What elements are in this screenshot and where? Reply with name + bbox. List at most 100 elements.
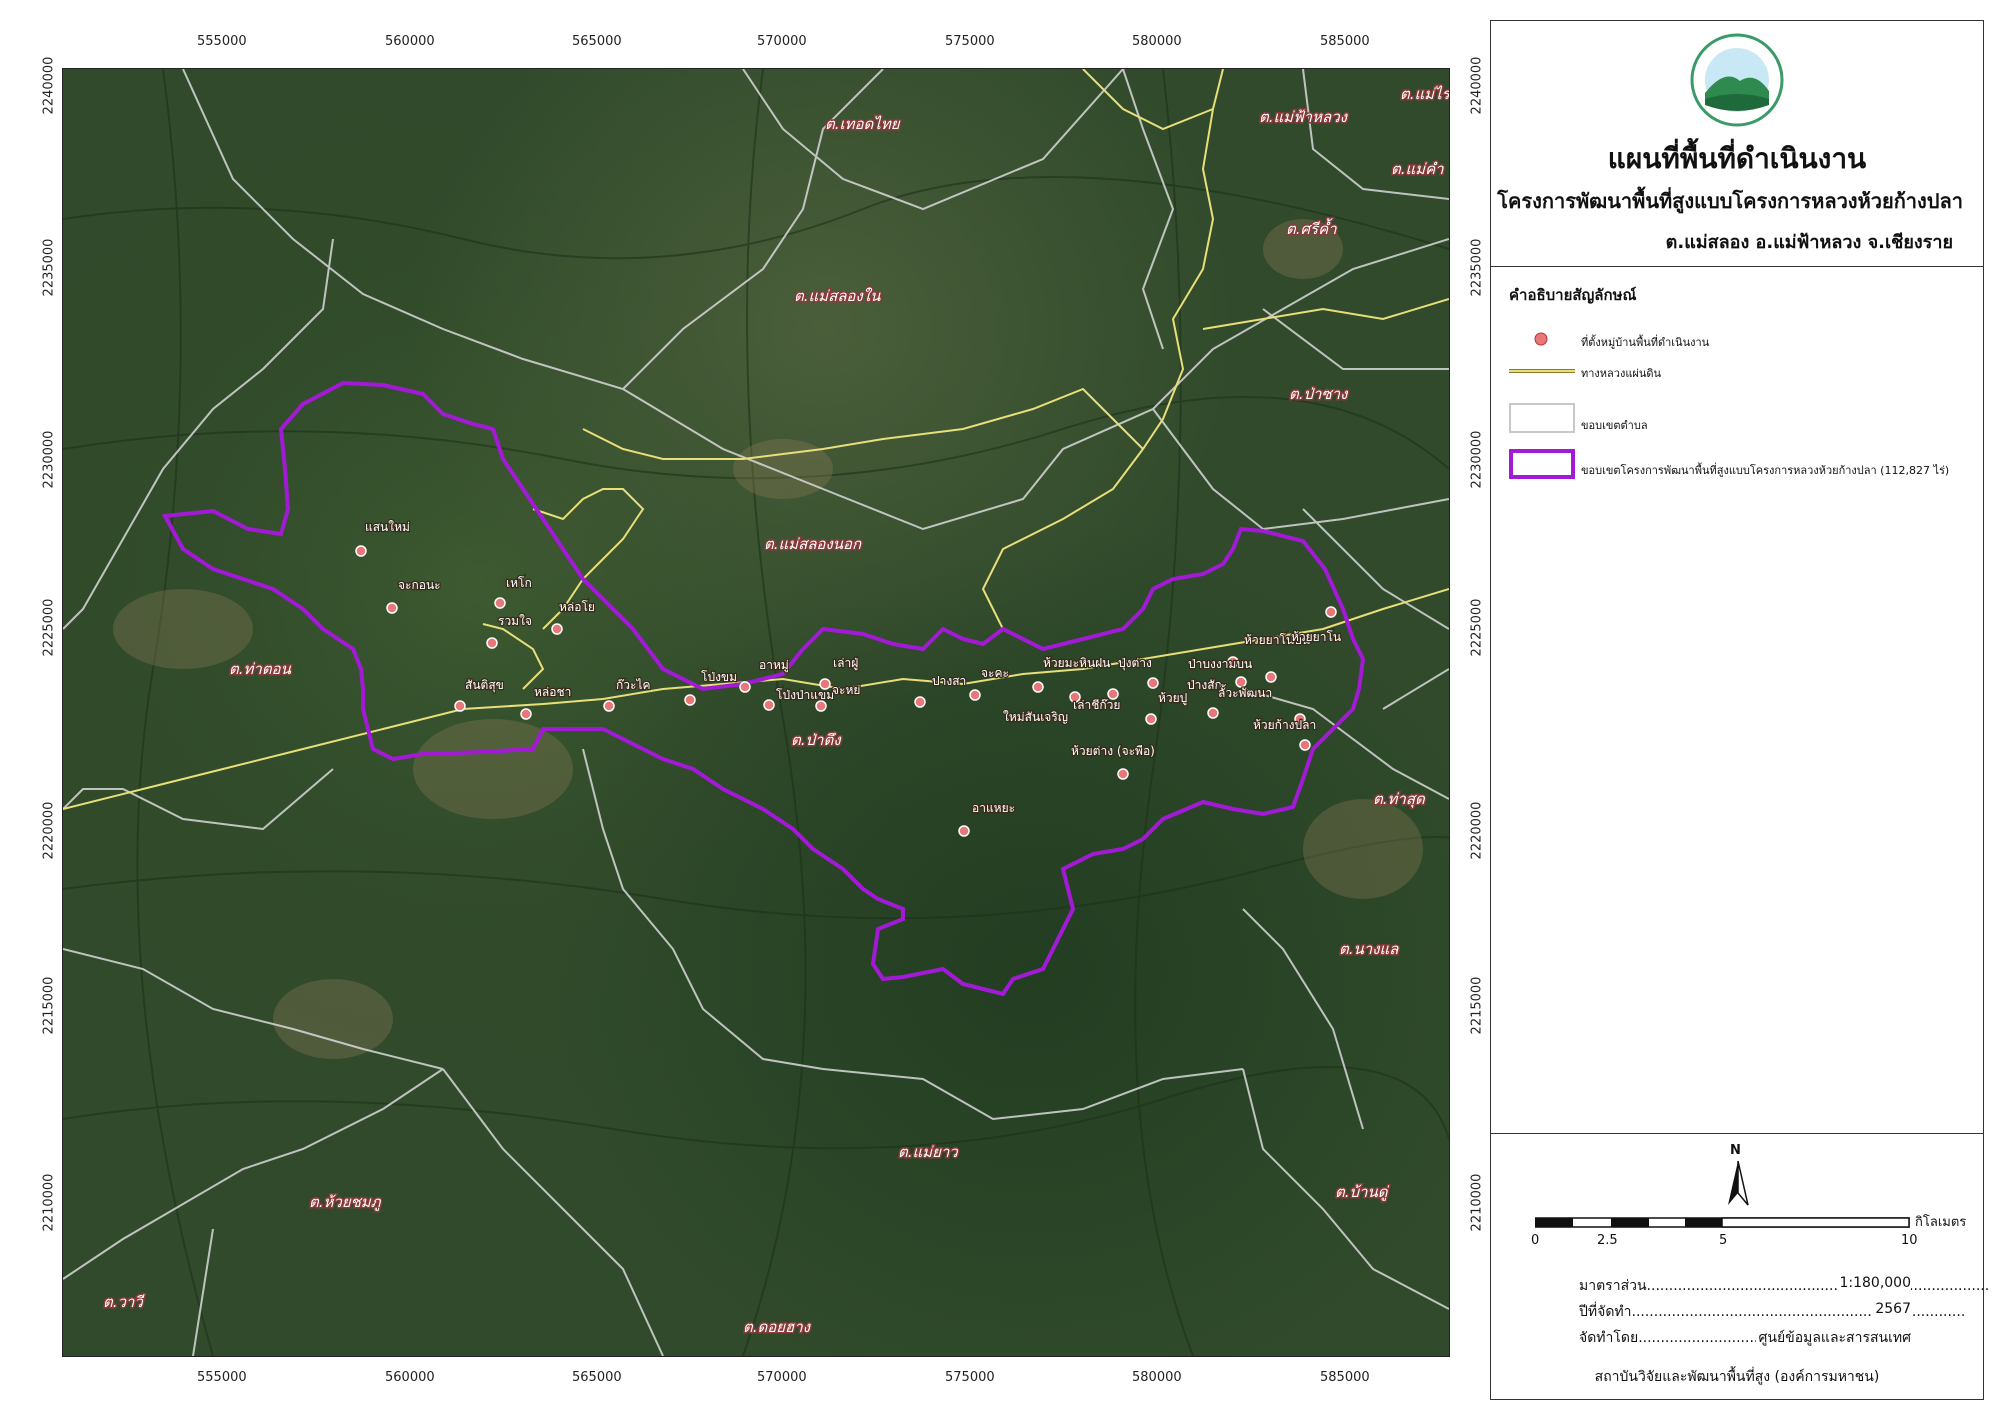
subdistrict-label: ต.แม่ไร่: [1400, 85, 1449, 103]
village-label: ห้วยยาโน: [1291, 630, 1341, 644]
village-marker: [763, 699, 775, 711]
village-label: รวมใจ: [498, 614, 532, 628]
village-label: ก๊วะไค: [616, 678, 651, 692]
subdistrict-label: ต.ห้วยชมภู: [309, 1193, 382, 1211]
info-panel: แผนที่พื้นที่ดำเนินงาน โครงการพัฒนาพื้นท…: [1490, 20, 1989, 1400]
village-label: แสนใหม่: [365, 520, 410, 534]
village-label: ใหม่สันเจริญ: [1003, 710, 1068, 724]
village-label: ห้วยปู: [1158, 691, 1187, 706]
subdistrict-label: ต.แม่สลองนอก: [764, 535, 862, 553]
subdistrict-label: ต.แม่คำ: [1391, 160, 1444, 178]
x-tick-label: 580000: [1132, 1370, 1182, 1385]
village-label: ป่าบงงามบน: [1188, 657, 1252, 671]
village-label: ปางสา: [932, 674, 966, 688]
scale-label: มาตราส่วน...............................…: [1579, 1278, 1990, 1294]
map-frame[interactable]: ต.เทอดไทย ต.แม่ฟ้าหลวง ต.แม่ไร่ ต.แม่คำ …: [62, 68, 1450, 1357]
village-label: จะกอนะ: [398, 578, 441, 592]
village-marker: [1147, 677, 1159, 689]
village-marker: [1145, 713, 1157, 725]
village-marker: [1265, 671, 1277, 683]
y-tick-label: 2210000: [1469, 1173, 1485, 1232]
project-boundary-icon: [1509, 449, 1575, 479]
x-tick-label: 560000: [385, 34, 435, 49]
village-marker: [1207, 707, 1219, 719]
year-value: 2567: [1873, 1301, 1911, 1317]
village-label: ห้วยต่าง (จะพือ): [1071, 744, 1155, 758]
north-label: N: [1730, 1143, 1741, 1158]
subdistrict-label: ต.ศรีค้ำ: [1286, 218, 1337, 238]
highway-line-icon: [1509, 369, 1575, 373]
x-tick-label: 565000: [572, 1370, 622, 1385]
y-tick-label: 2210000: [41, 1173, 57, 1232]
village-marker: [815, 700, 827, 712]
village-label: เหโก: [506, 576, 532, 590]
village-label: ห้วยก้างปลา: [1253, 718, 1316, 732]
y-tick-label: 2215000: [41, 976, 57, 1035]
village-marker: [1299, 739, 1311, 751]
subdistrict-label: ต.แม่ฟ้าหลวง: [1259, 108, 1349, 126]
y-tick-label: 2240000: [41, 56, 57, 115]
subdistrict-label: ต.ป่าตึง: [791, 731, 842, 749]
village-label: เล่าฝู่: [833, 656, 858, 671]
y-tick-label: 2230000: [1469, 430, 1485, 489]
subdistrict-label: ต.นางแล: [1339, 940, 1399, 958]
subdistrict-label: ต.บ้านดู่: [1335, 1183, 1389, 1201]
subdistrict-label: ต.ดอยฮาง: [743, 1318, 812, 1336]
x-tick-label: 565000: [572, 34, 622, 49]
y-tick-label: 2230000: [41, 430, 57, 489]
y-tick-label: 2225000: [1469, 598, 1485, 657]
subdistrict-label: ต.แม่สลองใน: [794, 287, 881, 305]
subdistrict-label: ต.วาวี: [103, 1293, 145, 1311]
village-label: อาหมู่: [759, 658, 789, 673]
x-tick-label: 570000: [757, 1370, 807, 1385]
scale-bar: [1535, 1217, 1910, 1228]
village-label: โป่งขม: [701, 670, 737, 684]
subdistrict-label: ต.ท่าสุด: [1373, 790, 1426, 808]
village-marker: [386, 602, 398, 614]
producer-value: ศูนย์ข้อมูลและสารสนเทศ: [1756, 1327, 1911, 1349]
village-label: จะหย่: [832, 683, 860, 697]
scale-value: 1:180,000: [1837, 1275, 1911, 1291]
x-tick-label: 560000: [385, 1370, 435, 1385]
scale-unit: กิโลเมตร: [1915, 1215, 1967, 1230]
scale-tick-label: 0: [1531, 1233, 1540, 1248]
subdistrict-label: ต.แม่ยาว: [898, 1143, 959, 1161]
organization-name: สถาบันวิจัยและพัฒนาพื้นที่สูง (องค์การมห…: [1594, 1369, 1880, 1385]
village-marker: [1117, 768, 1129, 780]
x-tick-label: 585000: [1320, 34, 1370, 49]
village-label: หล่อโย: [559, 600, 595, 614]
subdistrict-label: ต.ป่าซาง: [1289, 385, 1349, 403]
village-marker: [551, 623, 563, 635]
satellite-map[interactable]: ต.เทอดไทย ต.แม่ฟ้าหลวง ต.แม่ไร่ ต.แม่คำ …: [63, 69, 1449, 1356]
project-subtitle: โครงการพัฒนาพื้นที่สูงแบบโครงการหลวงห้วย…: [1497, 189, 1963, 213]
x-tick-label: 585000: [1320, 1370, 1370, 1385]
x-tick-label: 580000: [1132, 34, 1182, 49]
y-tick-label: 2220000: [41, 801, 57, 860]
village-label: จะคะ: [981, 666, 1009, 680]
village-marker: [520, 708, 532, 720]
panel-divider: [1491, 266, 1983, 267]
village-label: โป่งป่าแขม: [776, 688, 834, 702]
map-title: แผนที่พื้นที่ดำเนินงาน: [1607, 142, 1867, 175]
x-tick-label: 570000: [757, 34, 807, 49]
village-label: เล่าชีก๊วย: [1073, 698, 1120, 712]
y-tick-label: 2225000: [41, 598, 57, 657]
scale-tick-label: 2.5: [1597, 1233, 1618, 1248]
scale-tick-label: 5: [1719, 1233, 1728, 1248]
x-tick-label: 555000: [197, 34, 247, 49]
village-marker: [1325, 606, 1337, 618]
panel-divider: [1491, 1133, 1983, 1134]
y-tick-label: 2215000: [1469, 976, 1485, 1035]
location-text: ต.แม่สลอง อ.แม่ฟ้าหลวง จ.เชียงราย: [1665, 232, 1953, 253]
legend-label: ขอบเขตโครงการพัฒนาพื้นที่สูงแบบโครงการหล…: [1581, 464, 1950, 477]
village-marker: [603, 700, 615, 712]
legend-label: ที่ตั้งหมู่บ้านพื้นที่ดำเนินงาน: [1581, 336, 1710, 349]
village-label: ห้วยมะหินฝน: [1043, 656, 1110, 670]
village-label: ลั้วะพัฒนา: [1218, 684, 1272, 700]
institute-logo: [1690, 33, 1784, 127]
x-tick-label: 575000: [945, 34, 995, 49]
village-marker: [969, 689, 981, 701]
village-label: อาแหยะ: [972, 801, 1015, 815]
x-tick-label: 555000: [197, 1370, 247, 1385]
subdistrict-boundary-icon: [1509, 403, 1575, 433]
